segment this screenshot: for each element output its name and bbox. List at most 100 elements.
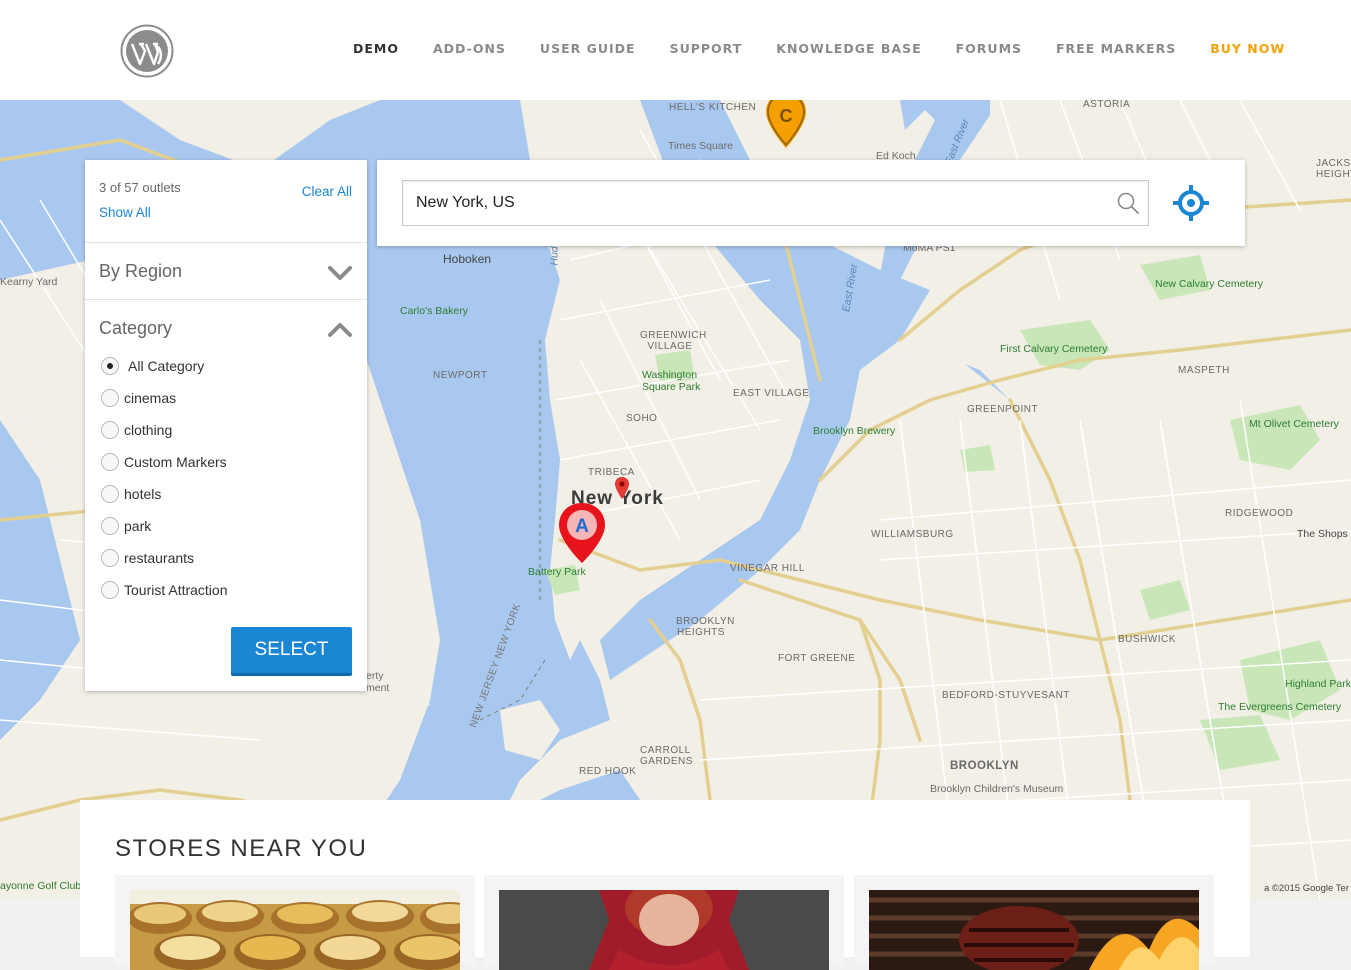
map-label-brooklyn: BROOKLYN [950, 760, 1019, 772]
store-image-clothing[interactable] [499, 890, 829, 970]
map-label-times-square: Times Square [668, 140, 733, 152]
main-nav: DEMO ADD-ONS USER GUIDE SUPPORT KNOWLEDG… [336, 41, 1302, 56]
divider [85, 242, 367, 243]
nav-buy-now[interactable]: BUY NOW [1193, 41, 1302, 56]
nav-knowledge-base[interactable]: KNOWLEDGE BASE [759, 41, 938, 56]
map-label-soho: SOHO [626, 413, 658, 424]
category-option[interactable]: Tourist Attraction [101, 580, 228, 600]
map-label-bayonne-golf: ayonne Golf Club [0, 880, 82, 892]
store-image-dumplings[interactable] [130, 890, 460, 970]
nav-support[interactable]: SUPPORT [653, 41, 760, 56]
category-option[interactable]: cinemas [101, 388, 176, 408]
map-label-evergreens: The Evergreens Cemetery [1218, 701, 1342, 713]
map-pin-icon: C [766, 100, 806, 148]
category-label: clothing [124, 422, 173, 438]
map-label-jackson-heights: JACKSO HEIGHT [1316, 158, 1351, 180]
search-icon[interactable] [1117, 192, 1139, 214]
location-search-input[interactable] [402, 180, 1149, 226]
map-marker-c[interactable]: C [766, 100, 806, 150]
category-option[interactable]: All Category [101, 356, 204, 376]
stores-title: STORES NEAR YOU [115, 835, 368, 862]
clear-all-link[interactable]: Clear All [302, 184, 352, 199]
store-card[interactable] [484, 875, 844, 970]
map-label-bushwick: BUSHWICK [1118, 634, 1176, 645]
category-option[interactable]: restaurants [101, 548, 194, 568]
small-location-pin-icon[interactable] [615, 477, 629, 499]
map-label-east-village: EAST VILLAGE [733, 388, 810, 399]
chevron-down-icon[interactable] [327, 263, 353, 283]
marker-c-letter: C [780, 106, 793, 126]
map-label-new-calvary: New Calvary Cemetery [1155, 278, 1263, 290]
map-label-kearny-yard: Kearny Yard [0, 276, 58, 288]
map-label-mt-olivet: Mt Olivet Cemetery [1249, 418, 1339, 430]
map-pin-icon: A [559, 503, 605, 563]
map-label-greenwich-village: GREENWICH VILLAGE [640, 330, 707, 352]
crosshair-locate-icon[interactable] [1173, 185, 1209, 221]
by-region-header[interactable]: By Region [99, 261, 182, 282]
map-label-first-calvary: First Calvary Cemetery [1000, 343, 1108, 355]
category-label: Custom Markers [124, 454, 227, 470]
stores-section: STORES NEAR YOU [80, 800, 1250, 970]
map-label-brooklyn-heights: BROOKLYN HEIGHTS [676, 616, 735, 638]
map-label-fort-greene: FORT GREENE [778, 653, 856, 664]
map-label-bed-stuy: BEDFORD-STUYVESANT [942, 690, 1070, 701]
map-label-astoria: ASTORIA [1083, 100, 1131, 110]
chevron-up-icon[interactable] [327, 320, 353, 340]
category-option[interactable]: hotels [101, 484, 161, 504]
radio-button[interactable] [101, 453, 119, 471]
store-card[interactable] [854, 875, 1214, 970]
marker-a-letter: A [575, 516, 589, 537]
map-label-ridgewood: RIDGEWOOD [1225, 508, 1294, 519]
category-label: hotels [124, 486, 162, 502]
wordpress-logo[interactable] [120, 24, 174, 78]
map-label-childrens-museum: Brooklyn Children's Museum [930, 783, 1064, 795]
radio-button[interactable] [101, 581, 119, 599]
map-label-vinegar-hill: VINEGAR HILL [730, 563, 805, 574]
store-image-grill[interactable] [869, 890, 1199, 970]
nav-forums[interactable]: FORUMS [939, 41, 1039, 56]
nav-add-ons[interactable]: ADD-ONS [416, 41, 523, 56]
map-label-hells-kitchen: HELL'S KITCHEN [669, 102, 757, 113]
category-option[interactable]: clothing [101, 420, 172, 440]
category-option[interactable]: park [101, 516, 151, 536]
category-label: restaurants [124, 550, 195, 566]
map-label-hudson: Hud [548, 246, 561, 266]
outlets-count: 3 of 57 outlets [99, 180, 181, 195]
category-header[interactable]: Category [99, 318, 172, 339]
radio-button[interactable] [101, 517, 119, 535]
nav-user-guide[interactable]: USER GUIDE [523, 41, 653, 56]
map-label-liberty: erty ment [366, 670, 390, 694]
show-all-link[interactable]: Show All [99, 205, 151, 220]
site-header: DEMO ADD-ONS USER GUIDE SUPPORT KNOWLEDG… [0, 0, 1351, 100]
map-label-red-hook: RED HOOK [579, 766, 637, 777]
map-label-washington-square: Washington Square Park [642, 369, 701, 393]
radio-button[interactable] [101, 549, 119, 567]
map-label-maspeth: MASPETH [1178, 365, 1230, 376]
divider [85, 299, 367, 300]
map-label-carlos-bakery: Carlo's Bakery [400, 305, 468, 317]
category-label: park [124, 518, 152, 534]
category-label: Tourist Attraction [124, 582, 228, 598]
map-label-newport: NEWPORT [433, 370, 488, 381]
store-card[interactable] [115, 875, 475, 970]
filter-panel: 3 of 57 outlets Show All Clear All By Re… [85, 160, 367, 691]
search-panel [377, 160, 1245, 246]
category-option[interactable]: Custom Markers [101, 452, 227, 472]
map-label-brooklyn-brewery: Brooklyn Brewery [813, 425, 896, 437]
radio-button[interactable] [101, 421, 119, 439]
map-label-highland-park: Highland Park [1285, 678, 1351, 690]
map-copyright: a ©2015 Google Ter [1264, 883, 1349, 894]
select-button[interactable]: SELECT [231, 627, 352, 676]
map-marker-a[interactable]: A [558, 503, 606, 565]
category-label: All Category [128, 358, 205, 374]
map-label-carroll-gardens: CARROLL GARDENS [640, 745, 693, 767]
nav-free-markers[interactable]: FREE MARKERS [1039, 41, 1193, 56]
map-label-hoboken: Hoboken [443, 252, 492, 266]
map-label-battery-park: Battery Park [528, 566, 586, 578]
map-label-the-shops: The Shops [1297, 528, 1348, 540]
map-label-greenpoint: GREENPOINT [967, 404, 1039, 415]
radio-button[interactable] [101, 357, 119, 375]
radio-button[interactable] [101, 389, 119, 407]
radio-button[interactable] [101, 485, 119, 503]
nav-demo[interactable]: DEMO [336, 41, 416, 56]
